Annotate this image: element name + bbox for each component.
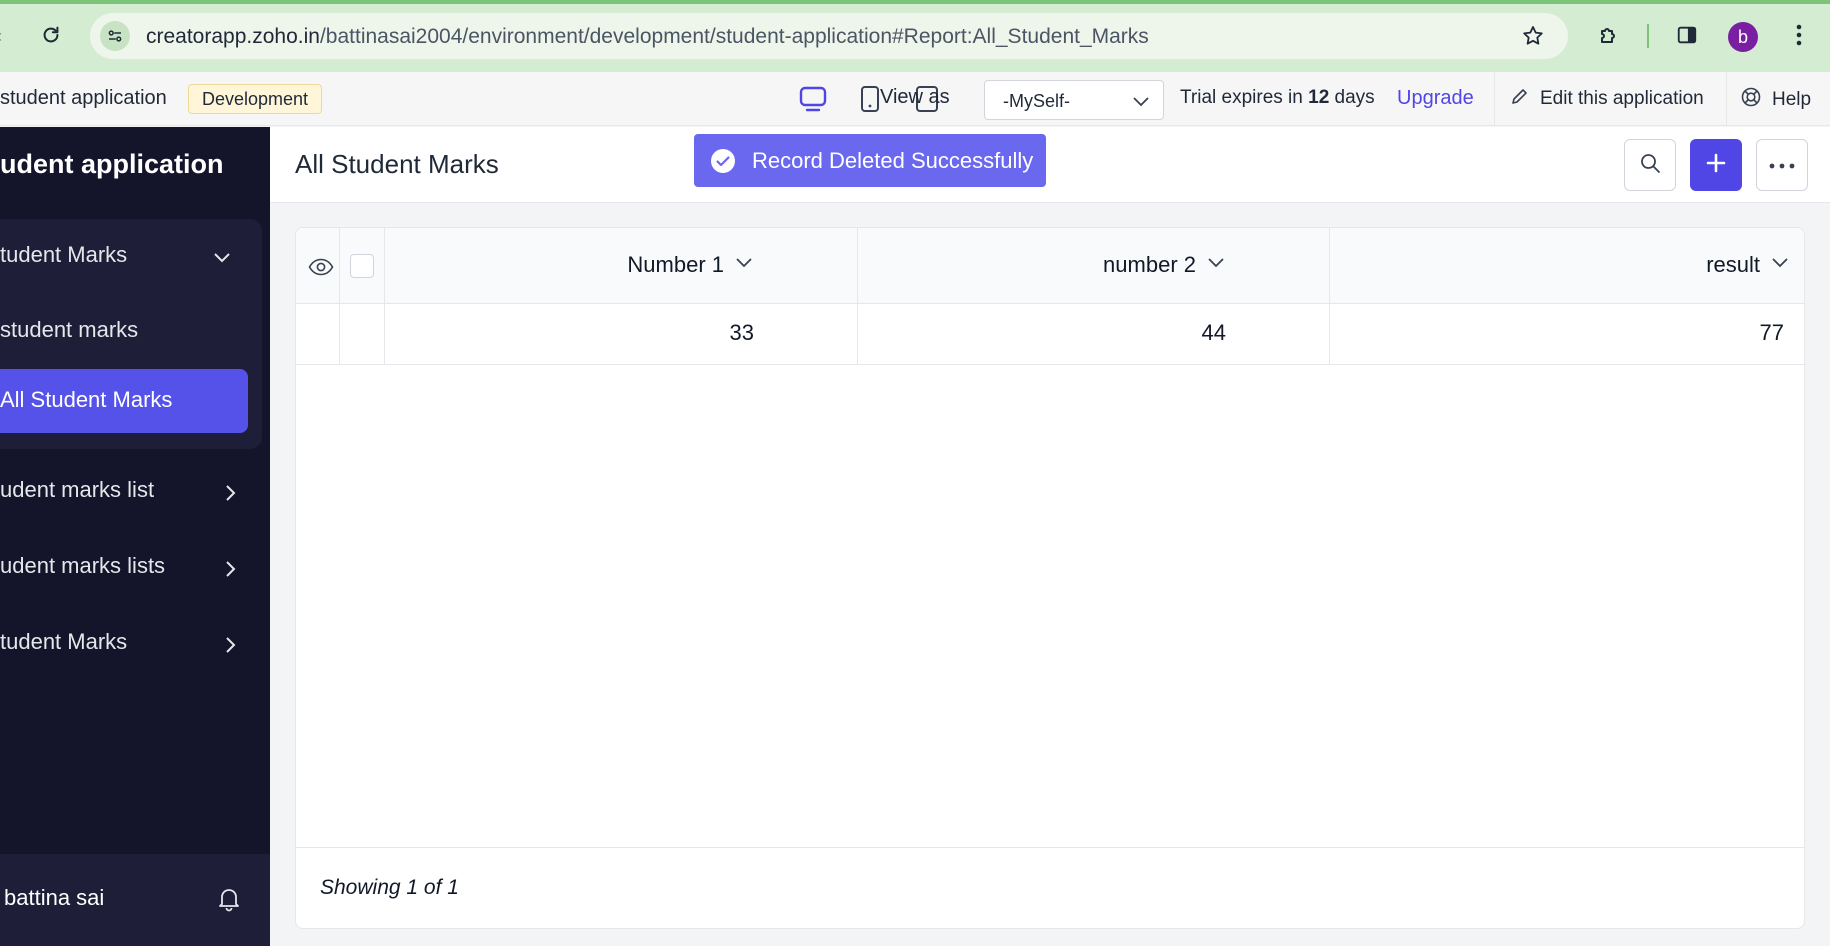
ellipsis-icon: [1769, 156, 1795, 174]
pencil-icon: [1510, 86, 1530, 112]
sidebar: udent application tudent Marks student m…: [0, 127, 270, 946]
record-count: Showing 1 of 1: [320, 876, 459, 899]
extensions-icon[interactable]: [1594, 20, 1624, 50]
plus-icon: [1705, 152, 1727, 179]
header-divider: [1726, 72, 1727, 126]
chevron-down-icon: [1131, 91, 1151, 116]
sidebar-item-student-marks[interactable]: student marks: [0, 317, 138, 343]
tab-accent-line: [0, 0, 1830, 4]
table-cell[interactable]: 77: [1760, 320, 1784, 346]
user-name[interactable]: battina sai: [4, 885, 104, 911]
select-all-checkbox[interactable]: [350, 254, 374, 278]
sidebar-group: tudent Marks student marks All Student M…: [0, 219, 262, 449]
chevron-down-icon: [734, 252, 754, 278]
url-text: creatorapp.zoho.in/battinasai2004/enviro…: [146, 25, 1149, 49]
back-arrow-icon[interactable]: ‹: [0, 26, 10, 46]
trial-suffix: days: [1334, 87, 1375, 108]
lifebuoy-icon: [1740, 86, 1762, 114]
chevron-down-icon: [1770, 252, 1790, 278]
kebab-menu-icon[interactable]: [1784, 20, 1814, 50]
table-cell[interactable]: 44: [1202, 320, 1226, 346]
trial-prefix: Trial expires in: [1180, 87, 1303, 108]
column-header-label: result: [1706, 252, 1760, 277]
sidebar-footer: battina sai: [0, 854, 270, 946]
url-path: /battinasai2004/environment/development/…: [319, 25, 1149, 48]
toast-message: Record Deleted Successfully: [752, 147, 1034, 173]
edit-application-button[interactable]: Edit this application: [1510, 86, 1704, 112]
table-row[interactable]: 33 44 77: [296, 304, 1804, 365]
table-cell[interactable]: 33: [730, 320, 754, 346]
eye-icon[interactable]: [306, 252, 336, 282]
sidebar-section-student-marks[interactable]: tudent Marks: [0, 629, 127, 655]
column-divider: [384, 228, 385, 365]
star-icon[interactable]: [1518, 21, 1548, 51]
search-button[interactable]: [1624, 139, 1676, 191]
help-label: Help: [1772, 89, 1812, 110]
chevron-right-icon[interactable]: [220, 483, 240, 503]
search-icon: [1639, 152, 1661, 179]
header-divider: [1494, 72, 1495, 126]
browser-toolbar: ‹ creatorapp.zoho.in/battinasai2004/envi…: [0, 0, 1830, 72]
column-divider: [1329, 228, 1330, 365]
column-divider: [339, 228, 340, 365]
trial-notice: Trial expires in 12 days: [1180, 87, 1375, 109]
add-record-button[interactable]: [1690, 139, 1742, 191]
url-host: creatorapp.zoho.in: [146, 25, 320, 48]
table-header: Number 1 number 2 result: [296, 228, 1804, 304]
sidebar-group-header[interactable]: tudent Marks: [0, 242, 127, 268]
environment-badge[interactable]: Development: [188, 84, 323, 114]
more-options-button[interactable]: [1756, 139, 1808, 191]
toolbar-divider: [1647, 24, 1649, 48]
column-header-number-1[interactable]: Number 1: [627, 252, 754, 278]
chevron-down-icon: [1206, 252, 1226, 278]
phone-view-icon[interactable]: [858, 84, 882, 114]
site-info-icon[interactable]: [100, 21, 130, 51]
view-as-select[interactable]: -MySelf-: [984, 80, 1164, 120]
column-header-number-2[interactable]: number 2: [1103, 252, 1226, 278]
column-header-label: number 2: [1103, 252, 1196, 277]
page-title: All Student Marks: [295, 149, 499, 179]
report-table: Number 1 number 2 result 33 44 77 Showin…: [295, 227, 1805, 929]
check-circle-icon: [708, 146, 738, 176]
sidebar-section-student-marks-list[interactable]: udent marks list: [0, 477, 154, 503]
chevron-down-icon[interactable]: [212, 247, 232, 267]
column-divider: [857, 228, 858, 365]
side-panel-icon[interactable]: [1672, 20, 1702, 50]
app-name: student application: [0, 87, 167, 109]
sidebar-item-label: All Student Marks: [0, 387, 173, 412]
report-header: All Student Marks Record Deleted Success…: [270, 127, 1830, 203]
chevron-right-icon[interactable]: [220, 559, 240, 579]
success-toast: Record Deleted Successfully: [694, 134, 1046, 187]
view-as-value: -MySelf-: [1003, 91, 1070, 111]
upgrade-link[interactable]: Upgrade: [1397, 87, 1474, 110]
address-bar[interactable]: creatorapp.zoho.in/battinasai2004/enviro…: [90, 13, 1568, 59]
sidebar-app-title: udent application: [0, 149, 224, 179]
sidebar-item-all-student-marks[interactable]: All Student Marks: [0, 369, 248, 433]
app-header: student application Development View as …: [0, 72, 1830, 126]
sidebar-section-student-marks-lists[interactable]: udent marks lists: [0, 553, 165, 579]
bell-icon[interactable]: [214, 884, 244, 914]
view-as-label: View as: [880, 86, 950, 108]
edit-application-label: Edit this application: [1540, 88, 1704, 109]
desktop-view-icon[interactable]: [798, 84, 828, 114]
column-header-result[interactable]: result: [1706, 252, 1790, 278]
table-footer: Showing 1 of 1: [296, 847, 1804, 928]
reload-icon[interactable]: [36, 20, 66, 50]
chevron-right-icon[interactable]: [220, 635, 240, 655]
help-button[interactable]: Help: [1740, 86, 1811, 114]
trial-days: 12: [1308, 87, 1330, 108]
column-header-label: Number 1: [627, 252, 724, 277]
profile-avatar[interactable]: b: [1728, 22, 1758, 52]
